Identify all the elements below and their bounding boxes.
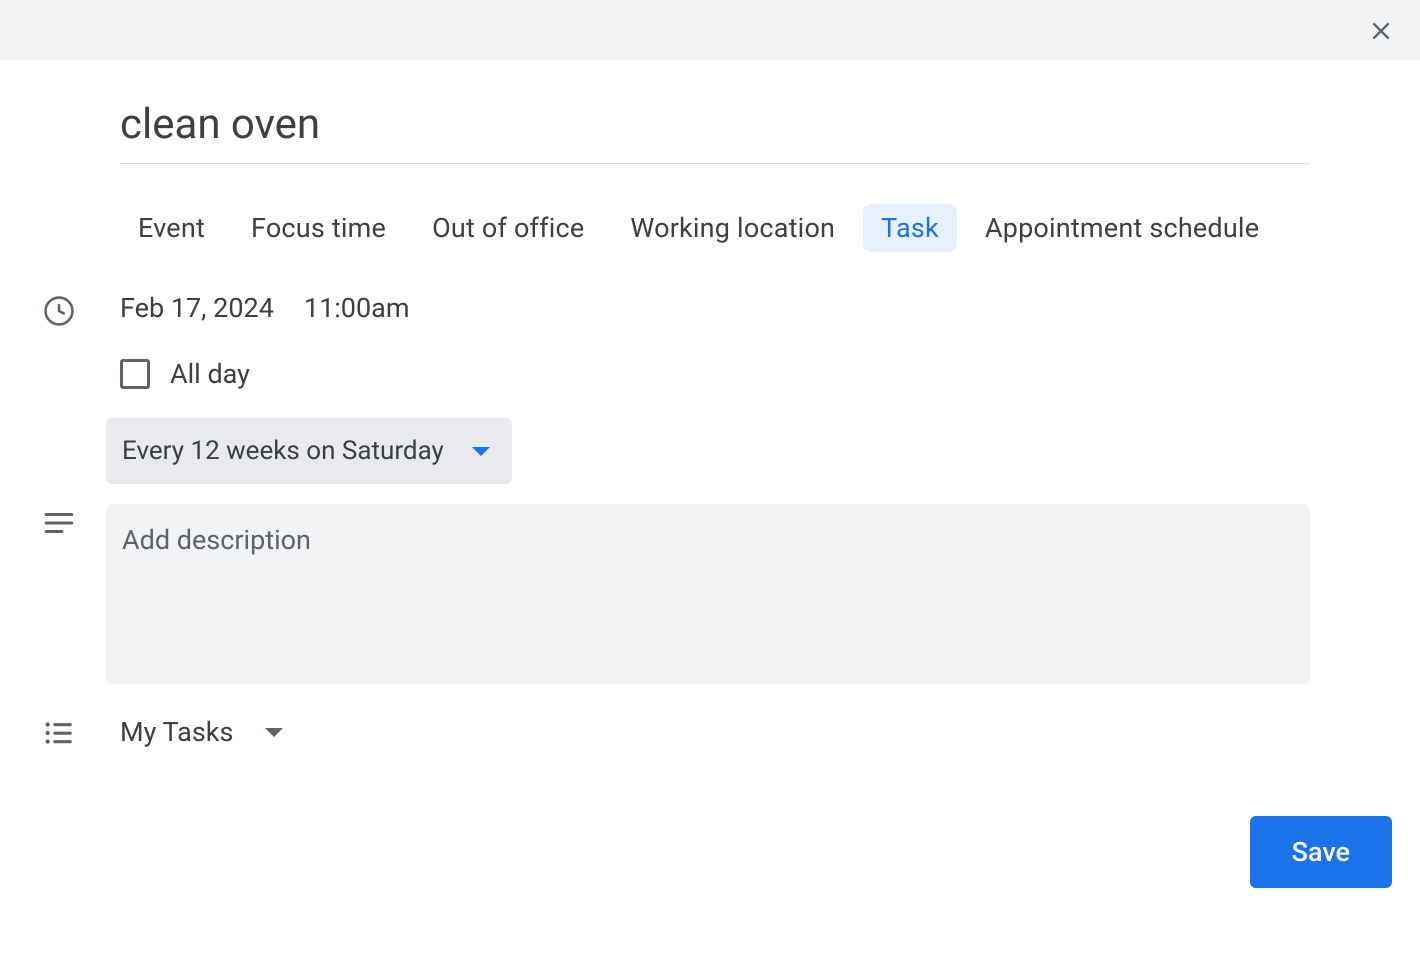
tasklist-icon [40, 714, 120, 750]
tab-appointment-schedule[interactable]: Appointment schedule [967, 204, 1277, 252]
recurrence-label: Every 12 weeks on Saturday [122, 436, 444, 466]
tab-task[interactable]: Task [863, 204, 957, 252]
tab-out-of-office[interactable]: Out of office [414, 204, 602, 252]
clock-icon [40, 292, 120, 328]
chevron-down-icon [265, 728, 283, 737]
allday-label: All day [170, 358, 250, 390]
chevron-down-icon [472, 447, 490, 456]
tab-working-location[interactable]: Working location [612, 204, 853, 252]
tasklist-dropdown[interactable]: My Tasks [120, 712, 283, 752]
close-icon [1368, 18, 1394, 44]
tab-event[interactable]: Event [120, 204, 223, 252]
allday-checkbox[interactable] [120, 359, 150, 389]
tasklist-label: My Tasks [120, 716, 233, 748]
recurrence-dropdown[interactable]: Every 12 weeks on Saturday [106, 418, 512, 484]
tab-focus-time[interactable]: Focus time [233, 204, 404, 252]
event-type-tabs: Event Focus time Out of office Working l… [120, 204, 1380, 252]
description-input[interactable]: Add description [106, 504, 1310, 684]
close-button[interactable] [1364, 14, 1398, 48]
save-button[interactable]: Save [1250, 816, 1392, 888]
date-field[interactable]: Feb 17, 2024 [120, 292, 274, 324]
time-field[interactable]: 11:00am [304, 292, 410, 324]
dialog-header [0, 0, 1420, 60]
task-title-input[interactable] [120, 100, 1310, 164]
